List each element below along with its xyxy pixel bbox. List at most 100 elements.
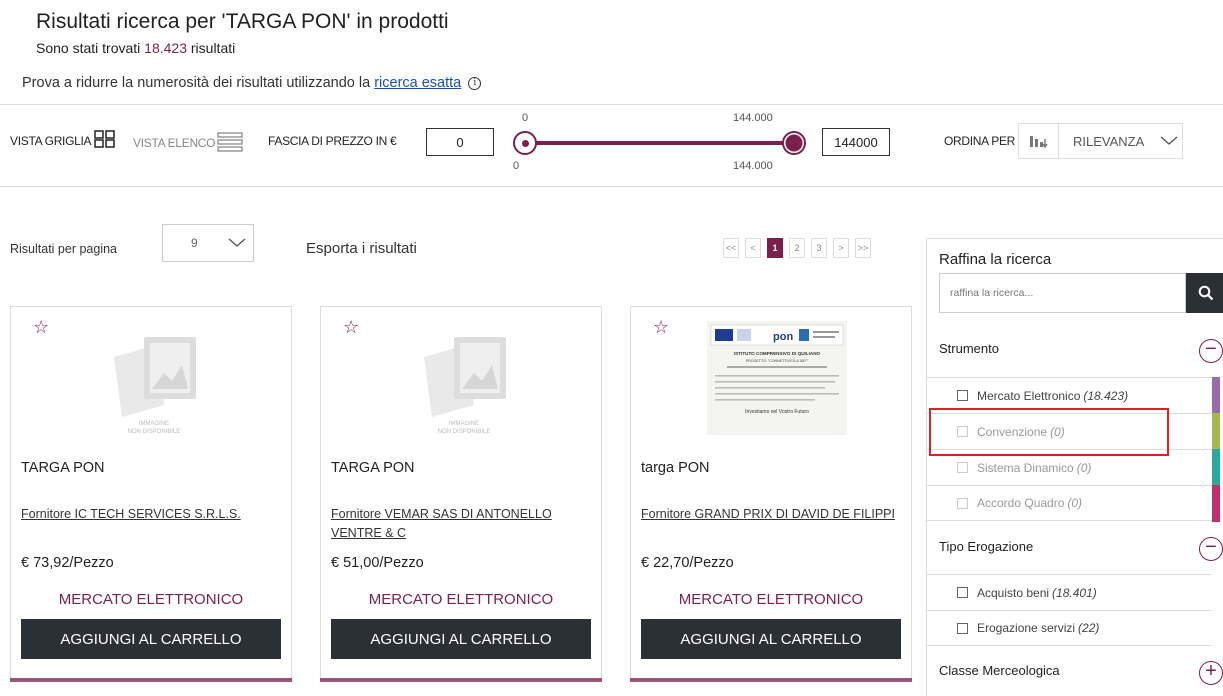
sort-icon [1019, 124, 1059, 158]
option-label: Sistema Dinamico [977, 460, 1074, 475]
page-title: Risultati ricerca per 'TARGA PON' in pro… [36, 10, 449, 33]
first-page-button[interactable]: << [723, 238, 739, 258]
filter-option-accordo-quadro[interactable]: Accordo Quadro (0) [927, 485, 1220, 522]
product-name[interactable]: TARGA PON [331, 460, 415, 476]
collapse-icon[interactable]: − [1199, 537, 1223, 561]
favorite-star-icon[interactable]: ☆ [653, 317, 669, 338]
price-slider-track[interactable] [526, 141, 796, 145]
collapse-icon[interactable]: − [1199, 339, 1223, 363]
subtitle-prefix: Sono stati trovati [36, 40, 141, 56]
supplier-link[interactable]: Fornitore IC TECH SERVICES S.R.L.S. [21, 505, 281, 524]
results-per-page-label: Risultati per pagina [10, 242, 118, 256]
product-plaque-image: pon ISTITUTO COMPRENSIVO DI QUILIANO PRO… [707, 321, 847, 435]
checkbox[interactable] [957, 390, 968, 401]
category-label: MERCATO ELETTRONICO [58, 591, 244, 608]
product-price: € 51,00/Pezzo [331, 555, 424, 571]
subtitle-suffix: risultati [190, 40, 236, 56]
page-2-button[interactable]: 2 [789, 238, 805, 258]
checkbox[interactable] [957, 497, 968, 509]
color-bar [1212, 485, 1220, 522]
option-count: (0) [1076, 460, 1092, 475]
checkbox[interactable] [957, 587, 968, 598]
checkbox[interactable] [957, 462, 968, 473]
product-card: ☆ IMMAGINE NON DISPONIBILE TARGA PON For… [320, 306, 602, 682]
grid-icon [94, 130, 115, 148]
product-card: ☆ pon ISTITUTO COMPRENSIVO DI QUILIANO P… [630, 306, 912, 682]
slider-handle-min[interactable] [513, 131, 537, 155]
supplier-link[interactable]: Fornitore GRAND PRIX DI DAVID DE FILIPPI [641, 505, 901, 524]
pagination: << < 1 2 3 > >> [723, 238, 871, 258]
color-bar [1212, 449, 1220, 486]
favorite-star-icon[interactable]: ☆ [343, 317, 359, 338]
list-view-button[interactable]: VISTA ELENCO [133, 132, 243, 152]
facet-strumento-title[interactable]: Strumento [939, 341, 999, 356]
svg-text:IMMAGINE: IMMAGINE [139, 421, 169, 427]
checkbox[interactable] [957, 622, 968, 634]
slider-max-label: 144.000 [733, 112, 773, 124]
svg-text:Investiamo nel Vostro Futuro: Investiamo nel Vostro Futuro [745, 409, 809, 415]
color-bar [1212, 377, 1220, 414]
grid-view-button[interactable]: VISTA GRIGLIA [10, 130, 116, 148]
svg-text:ISTITUTO COMPRENSIVO DI QUILIA: ISTITUTO COMPRENSIVO DI QUILIANO [734, 351, 821, 356]
highlight-box [929, 408, 1169, 456]
export-results-link[interactable]: Esporta i risultati [306, 240, 417, 257]
next-page-button[interactable]: > [833, 238, 849, 258]
exact-search-link[interactable]: ricerca esatta [374, 75, 461, 91]
refine-sidebar: Raffina la ricerca raffina la ricerca...… [926, 238, 1223, 696]
card-underline [630, 678, 912, 682]
search-icon [1198, 285, 1213, 301]
card-underline [10, 678, 292, 682]
add-to-cart-button[interactable]: AGGIUNGI AL CARRELLO [641, 619, 901, 659]
category-label: MERCATO ELETTRONICO [678, 591, 864, 608]
filter-option-erogazione-servizi[interactable]: Erogazione servizi (22) [927, 610, 1212, 646]
product-name[interactable]: TARGA PON [21, 460, 105, 476]
divider [0, 104, 1223, 105]
option-count: (18.423) [1083, 388, 1129, 403]
info-icon[interactable]: i [468, 76, 482, 90]
results-per-page-select[interactable]: 9 [162, 224, 254, 262]
sort-label: ORDINA PER [944, 134, 1016, 148]
prev-page-button[interactable]: < [745, 238, 761, 258]
page-3-button[interactable]: 3 [811, 238, 827, 258]
grid-view-label: VISTA GRIGLIA [10, 134, 92, 148]
option-count: (22) [1078, 621, 1100, 635]
filter-option-acquisto-beni[interactable]: Acquisto beni (18.401) [927, 574, 1212, 610]
slider-max-value: 144.000 [733, 160, 773, 172]
rpp-value: 9 [191, 236, 198, 250]
price-max-input[interactable]: 144000 [822, 128, 890, 156]
option-count: (0) [1067, 496, 1083, 510]
add-to-cart-button[interactable]: AGGIUNGI AL CARRELLO [21, 619, 281, 659]
chevron-down-icon [228, 238, 246, 247]
results-count: 18.423 [144, 40, 187, 56]
slider-handle-max[interactable] [782, 131, 806, 155]
results-count-line: Sono stati trovati 18.423 risultati [36, 40, 235, 56]
chevron-down-icon [1160, 136, 1178, 145]
last-page-button[interactable]: >> [855, 238, 871, 258]
product-card: ☆ IMMAGINE NON DISPONIBILE TARGA PON For… [10, 306, 292, 682]
price-range-label: FASCIA DI PREZZO IN € [268, 134, 397, 148]
product-name[interactable]: targa PON [641, 460, 710, 476]
facet-classe-title[interactable]: Classe Merceologica [939, 663, 1060, 678]
option-label: Erogazione servizi [977, 621, 1076, 635]
add-to-cart-button[interactable]: AGGIUNGI AL CARRELLO [331, 619, 591, 659]
expand-icon[interactable]: + [1199, 661, 1223, 685]
slider-min-label: 0 [522, 112, 529, 124]
option-label: Mercato Elettronico [977, 388, 1081, 403]
divider [0, 186, 1223, 187]
refine-search-input[interactable]: raffina la ricerca... [939, 273, 1186, 313]
search-hint: Prova a ridurre la numerosità dei risult… [22, 75, 482, 91]
color-bar [1212, 413, 1220, 450]
product-price: € 73,92/Pezzo [21, 555, 114, 571]
card-underline [320, 678, 602, 682]
page-1-button[interactable]: 1 [767, 238, 783, 258]
favorite-star-icon[interactable]: ☆ [33, 317, 49, 338]
svg-text:pon: pon [773, 331, 793, 343]
facet-erogazione-title[interactable]: Tipo Erogazione [939, 539, 1033, 554]
svg-text:NON DISPONIBILE: NON DISPONIBILE [438, 429, 491, 435]
refine-search-button[interactable] [1186, 273, 1223, 313]
product-price: € 22,70/Pezzo [641, 555, 734, 571]
sort-select[interactable]: RILEVANZA [1018, 123, 1183, 159]
supplier-link[interactable]: Fornitore VEMAR SAS DI ANTONELLO VENTRE … [331, 505, 591, 543]
hint-text: Prova a ridurre la numerosità dei risult… [22, 75, 371, 91]
price-min-input[interactable]: 0 [426, 128, 494, 156]
